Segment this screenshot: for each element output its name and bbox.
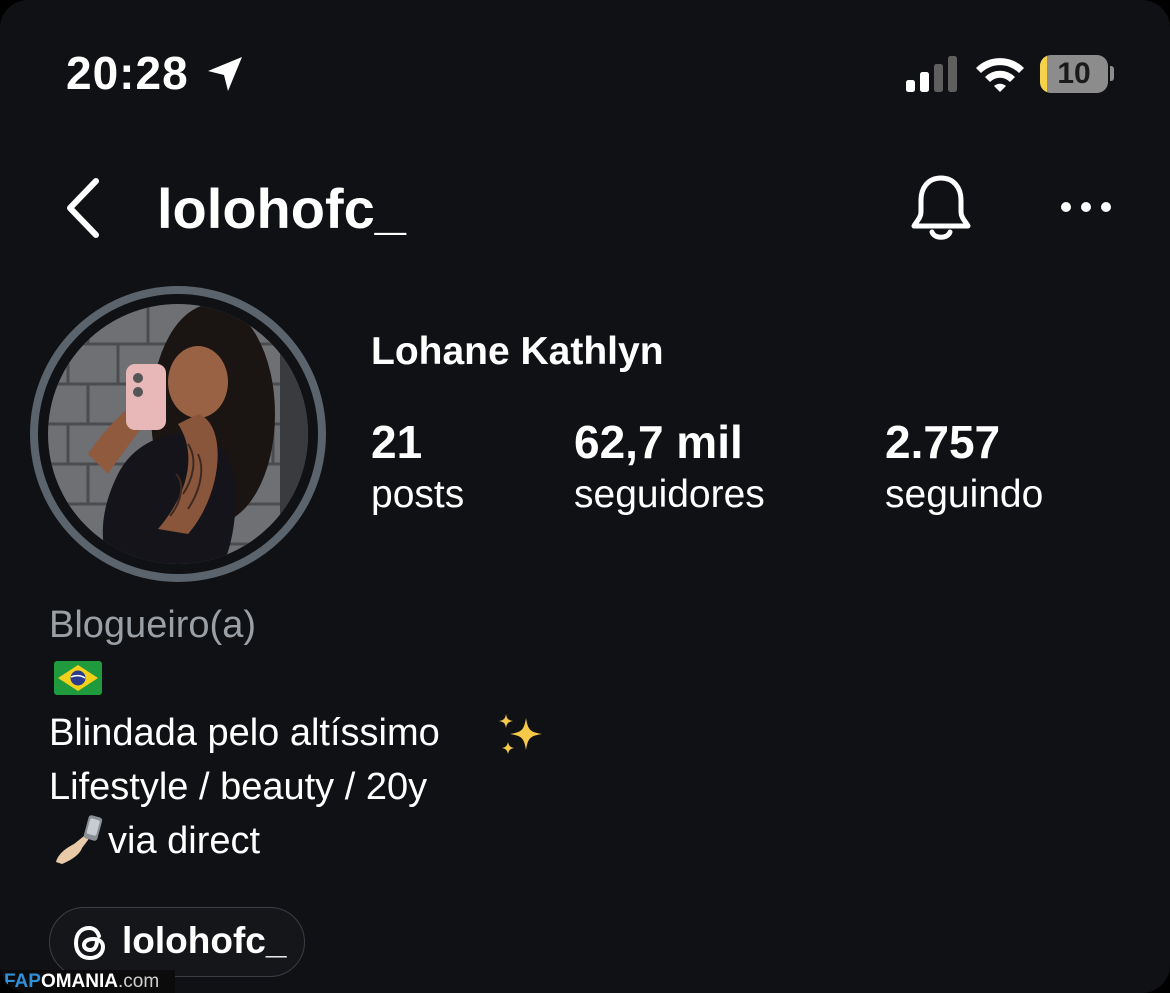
bio-line: Blindada pelo altíssimo xyxy=(49,712,440,754)
battery-nub xyxy=(1110,66,1114,81)
profile-display-name: Lohane Kathlyn xyxy=(371,330,664,373)
stat-followers[interactable]: 62,7 mil seguidores xyxy=(574,416,765,522)
watermark-part: .com xyxy=(118,971,160,992)
stat-value: 62,7 mil xyxy=(574,416,743,468)
bell-icon[interactable] xyxy=(908,172,974,244)
avatar[interactable] xyxy=(48,304,308,564)
stat-label: seguindo xyxy=(885,473,1044,516)
avatar-photo xyxy=(48,304,308,564)
bio-line: Lifestyle / beauty / 20y xyxy=(49,766,428,808)
threads-link-button[interactable]: lolohofc_ xyxy=(49,907,305,977)
stat-label: posts xyxy=(371,473,465,516)
threads-icon xyxy=(73,925,106,961)
profile-category: Blogueiro(a) xyxy=(49,604,256,646)
stat-posts[interactable]: 21 posts xyxy=(371,416,464,522)
watermark-part: OMANIA xyxy=(40,971,119,992)
more-horizontal-icon[interactable] xyxy=(1058,196,1114,218)
profile-screen: 20:28 10 lolohofc_ Lohane Kathlyn 21 pos… xyxy=(0,0,1170,993)
stat-value: 21 xyxy=(371,416,423,468)
brazil-flag-icon xyxy=(54,661,102,695)
chevron-left-icon[interactable] xyxy=(62,176,104,240)
selfie-hand-icon xyxy=(56,815,103,864)
threads-handle: lolohofc_ xyxy=(122,920,287,961)
battery-indicator: 10 xyxy=(1040,55,1108,93)
cellular-signal-icon xyxy=(906,56,957,92)
stat-label: seguidores xyxy=(574,473,765,516)
profile-username: lolohofc_ xyxy=(157,177,406,240)
watermark: FAPOMANIA.com xyxy=(0,970,175,993)
sparkles-icon xyxy=(499,714,542,754)
stat-value: 2.757 xyxy=(885,416,1001,468)
battery-level: 10 xyxy=(1057,57,1091,90)
watermark-part: FAP xyxy=(4,971,41,992)
location-arrow-icon xyxy=(208,57,242,91)
stat-following[interactable]: 2.757 seguindo xyxy=(885,416,1043,522)
wifi-icon xyxy=(976,58,1024,92)
status-time: 20:28 xyxy=(66,47,189,99)
bio-line: via direct xyxy=(108,820,261,862)
